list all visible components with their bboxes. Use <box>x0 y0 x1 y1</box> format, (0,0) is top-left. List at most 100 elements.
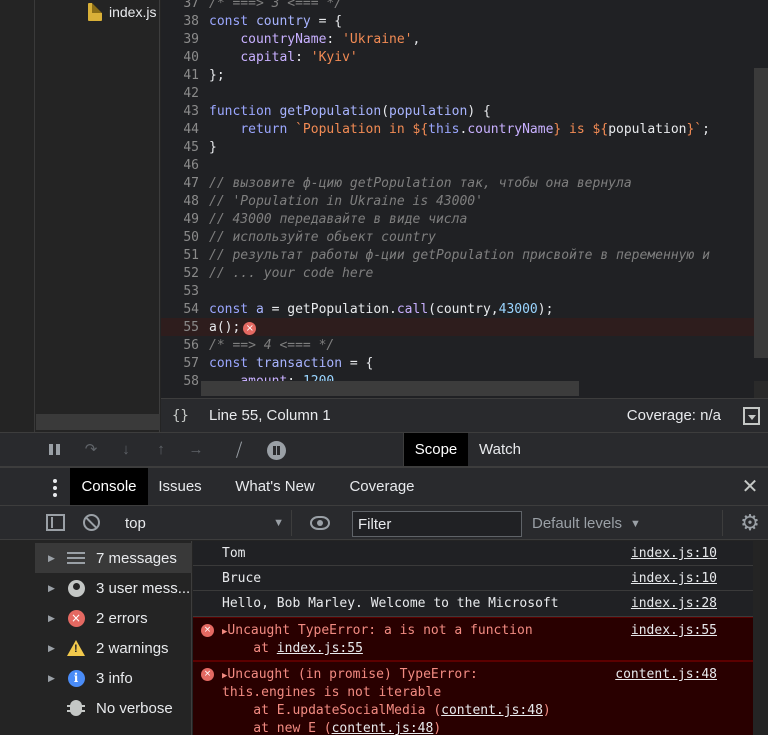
line-number[interactable]: 55 <box>161 320 209 335</box>
step-into-icon[interactable]: ↓ <box>117 441 135 459</box>
close-icon[interactable]: ✕ <box>740 474 760 498</box>
step-icon[interactable]: → <box>187 441 205 459</box>
code-line[interactable]: 53 <box>161 282 768 300</box>
code-editor[interactable]: 37/* ===> 3 <=== */38 const country = {39… <box>161 0 768 398</box>
stack-link[interactable]: index.js:55 <box>277 641 363 656</box>
gear-icon[interactable]: ⚙ <box>738 511 762 535</box>
live-expression-eye-icon[interactable] <box>310 516 330 530</box>
line-number[interactable]: 52 <box>161 266 209 281</box>
more-menu-icon[interactable] <box>50 478 60 498</box>
editor-vertical-scrollbar[interactable] <box>754 68 768 358</box>
message-text: Uncaught TypeError: a is not a function <box>227 623 533 638</box>
sidebar-toggle-icon[interactable] <box>46 514 65 531</box>
sidebar-item-info[interactable]: ▶ i 3 info <box>35 663 192 693</box>
code-line[interactable]: 43 function getPopulation(population) { <box>161 102 768 120</box>
code-line[interactable]: 52// ... your code here <box>161 264 768 282</box>
line-number[interactable]: 41 <box>161 68 209 83</box>
code-line[interactable]: 50// используйте обьект country <box>161 228 768 246</box>
line-number[interactable]: 51 <box>161 248 209 263</box>
user-icon <box>67 579 85 597</box>
line-number[interactable]: 39 <box>161 32 209 47</box>
log-levels-dropdown[interactable]: Default levels ▼ <box>532 515 641 532</box>
file-tree-scrollbar[interactable] <box>36 414 160 430</box>
stack-link[interactable]: content.js:48 <box>441 703 543 718</box>
sidebar-item-messages[interactable]: ▶ 7 messages <box>35 543 192 573</box>
source-link[interactable]: index.js:28 <box>631 596 717 611</box>
line-number[interactable]: 40 <box>161 50 209 65</box>
source-link[interactable]: index.js:55 <box>631 623 717 638</box>
code-text: capital: 'Kyiv' <box>240 49 358 65</box>
code-line[interactable]: 45} <box>161 138 768 156</box>
console-scrollbar[interactable] <box>753 541 768 735</box>
file-item-index-js[interactable]: index.js <box>88 3 156 21</box>
code-line[interactable]: 40 capital: 'Kyiv' <box>161 48 768 66</box>
line-number[interactable]: 48 <box>161 194 209 209</box>
console-sidebar: ▶ 7 messages ▶ 3 user mess... ▶ × 2 erro… <box>35 541 192 735</box>
line-number[interactable]: 42 <box>161 86 209 101</box>
code-line[interactable]: 47// вызовите ф-цию getPopulation так, ч… <box>161 174 768 192</box>
code-line[interactable]: 42 <box>161 84 768 102</box>
line-number[interactable]: 43 <box>161 104 209 119</box>
line-number[interactable]: 45 <box>161 140 209 155</box>
console-messages[interactable]: Tom index.js:10 Bruce index.js:10 Hello,… <box>193 541 753 735</box>
source-link[interactable]: index.js:10 <box>631 571 717 586</box>
stack-link[interactable]: content.js:48 <box>332 721 434 735</box>
line-number[interactable]: 56 <box>161 338 209 353</box>
line-number[interactable]: 50 <box>161 230 209 245</box>
step-over-icon[interactable]: ↷ <box>82 441 100 459</box>
line-number[interactable]: 49 <box>161 212 209 227</box>
code-line[interactable]: 51// результат работы ф-ции getPopulatio… <box>161 246 768 264</box>
source-link[interactable]: content.js:48 <box>615 667 717 682</box>
tab-issues[interactable]: Issues <box>148 468 212 505</box>
step-out-icon[interactable]: ↑ <box>152 441 170 459</box>
tab-console[interactable]: Console <box>70 468 148 505</box>
message-text: Hello, Bob Marley. Welcome to the Micros… <box>222 596 559 611</box>
line-number[interactable]: 57 <box>161 356 209 371</box>
line-number[interactable]: 53 <box>161 284 209 299</box>
sidebar-item-errors[interactable]: ▶ × 2 errors <box>35 603 192 633</box>
tab-watch[interactable]: Watch <box>468 433 532 466</box>
line-number[interactable]: 46 <box>161 158 209 173</box>
line-number[interactable]: 44 <box>161 122 209 137</box>
filter-input[interactable] <box>352 511 522 537</box>
line-number[interactable]: 38 <box>161 14 209 29</box>
code-line[interactable]: 48// 'Population in Ukraine is 43000' <box>161 192 768 210</box>
code-line[interactable]: 37/* ===> 3 <=== */ <box>161 0 768 12</box>
code-line[interactable]: 38 const country = { <box>161 12 768 30</box>
js-file-icon <box>88 3 102 21</box>
deactivate-breakpoints-icon[interactable]: ⧸ <box>230 441 248 459</box>
pretty-print-icon[interactable]: {} <box>172 408 192 424</box>
line-number[interactable]: 54 <box>161 302 209 317</box>
pause-on-exceptions-icon[interactable] <box>267 441 286 460</box>
code-line[interactable]: 55 a(); × <box>161 318 768 336</box>
sidebar-item-user-messages[interactable]: ▶ 3 user mess... <box>35 573 192 603</box>
code-line[interactable]: 39 countryName: 'Ukraine', <box>161 30 768 48</box>
error-icon: × <box>201 668 214 681</box>
code-line[interactable]: 57 const transaction = { <box>161 354 768 372</box>
expand-caret-icon: ▶ <box>48 582 55 593</box>
chevron-down-icon: ▼ <box>273 517 284 529</box>
context-selector[interactable]: top ▼ <box>112 510 292 536</box>
console-message: Bruce index.js:10 <box>193 566 753 591</box>
tab-coverage[interactable]: Coverage <box>338 468 426 505</box>
code-line[interactable]: 54 const a = getPopulation.call(country,4… <box>161 300 768 318</box>
pause-script-icon[interactable] <box>46 441 64 459</box>
editor-scroll-corner <box>754 381 768 398</box>
code-line[interactable]: 56/* ==> 4 <=== */ <box>161 336 768 354</box>
code-line[interactable]: 46 <box>161 156 768 174</box>
tab-scope[interactable]: Scope <box>404 433 468 466</box>
toggle-panel-icon[interactable] <box>743 407 760 425</box>
file-navigator: index.js <box>0 0 160 432</box>
clear-console-icon[interactable] <box>83 514 100 531</box>
line-number[interactable]: 37 <box>161 0 209 11</box>
sidebar-item-warnings[interactable]: ▶ 2 warnings <box>35 633 192 663</box>
code-line[interactable]: 41}; <box>161 66 768 84</box>
tab-whats-new[interactable]: What's New <box>222 468 328 505</box>
code-text: /* ===> 3 <=== */ <box>209 0 343 11</box>
sidebar-item-verbose[interactable]: No verbose <box>35 693 192 723</box>
code-line[interactable]: 44 return `Population in ${this.countryN… <box>161 120 768 138</box>
source-link[interactable]: index.js:10 <box>631 546 717 561</box>
line-number[interactable]: 47 <box>161 176 209 191</box>
editor-horizontal-scrollbar[interactable] <box>201 381 579 396</box>
code-line[interactable]: 49// 43000 передавайте в виде числа <box>161 210 768 228</box>
